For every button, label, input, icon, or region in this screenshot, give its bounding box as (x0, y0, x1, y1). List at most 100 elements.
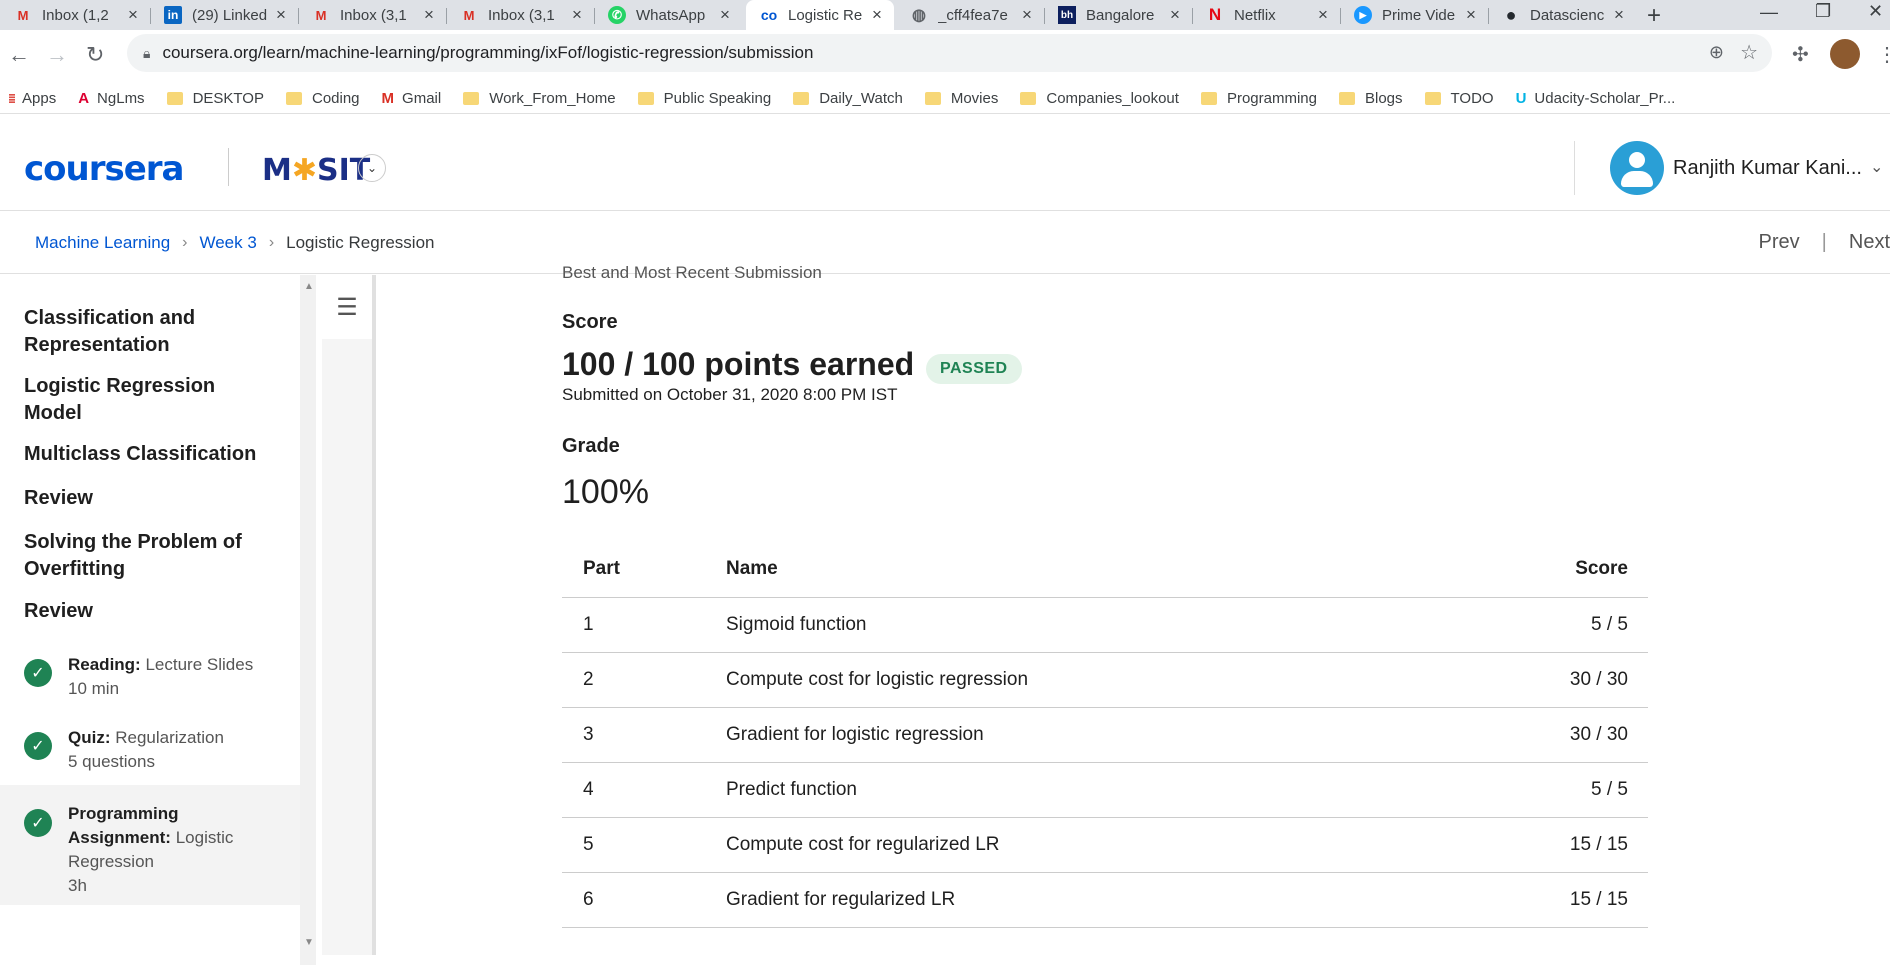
browser-tab[interactable]: ▶ Prime Vide × (1340, 0, 1488, 30)
sidebar-scrollbar[interactable]: ▲ ▼ (300, 275, 316, 965)
close-icon[interactable]: × (420, 5, 438, 25)
chevron-down-icon[interactable]: ⌄ (1870, 157, 1883, 177)
folder-icon (166, 92, 183, 105)
bookmark-blogs[interactable]: Blogs (1338, 90, 1403, 107)
bookmark-label: Coding (311, 90, 360, 107)
address-bar[interactable]: 🔒︎ coursera.org/learn/machine-learning/p… (127, 34, 1772, 72)
close-icon[interactable]: × (272, 5, 290, 25)
folder-icon (637, 92, 654, 105)
item-title: Regularization (115, 728, 224, 747)
scroll-up-icon[interactable]: ▲ (304, 281, 314, 292)
bookmark-udacity[interactable]: U Udacity-Scholar_Pr... (1516, 90, 1676, 107)
sidebar-section[interactable]: Review (24, 485, 264, 512)
bookmark-daily-watch[interactable]: Daily_Watch (793, 90, 903, 107)
bookmark-gmail[interactable]: M Gmail (382, 90, 442, 107)
reload-icon[interactable]: ↻ (86, 42, 104, 68)
sidebar-section[interactable]: Multiclass Classification (24, 441, 264, 468)
next-button[interactable]: Next (1849, 231, 1890, 254)
bookmark-star-icon[interactable]: ☆ (1740, 40, 1758, 65)
bookmark-label: Movies (950, 90, 999, 107)
bookmark-label: Work_From_Home (489, 90, 616, 107)
back-icon[interactable]: ← (8, 42, 30, 68)
folder-icon (924, 92, 941, 105)
bookmark-label: Blogs (1364, 90, 1403, 107)
menu-icon[interactable]: ⋮ (1877, 42, 1890, 67)
gmail-icon: M (463, 7, 475, 23)
forward-icon[interactable]: → (46, 42, 68, 68)
bookmark-nglms[interactable]: A NgLms (78, 90, 144, 107)
coursera-logo[interactable]: coursera (24, 149, 184, 189)
bookmark-todo[interactable]: TODO (1424, 90, 1494, 107)
submitted-date: Submitted on October 31, 2020 8:00 PM IS… (562, 385, 898, 404)
submission-panel: Best and Most Recent Submission Score 10… (562, 263, 1652, 965)
bookmark-coding[interactable]: Coding (285, 90, 360, 107)
sidebar-section[interactable]: Classification and Representation (24, 305, 264, 359)
close-icon[interactable]: × (1610, 5, 1628, 25)
gmail-icon: M (381, 90, 395, 107)
browser-tab[interactable]: M Inbox (3,1 × (446, 0, 594, 30)
tab-strip: M Inbox (1,2 × in (29) Linked × M Inbox … (0, 0, 1890, 30)
sidebar-item-reading[interactable]: ✓ Reading: Lecture Slides 10 min (0, 643, 300, 713)
browser-tab[interactable]: in (29) Linked × (150, 0, 298, 30)
browser-tab[interactable]: ◍ _cff4fea7e × (896, 0, 1044, 30)
bookmark-apps[interactable]: ⁞⁞⁞ Apps (8, 90, 56, 107)
bookmark-programming[interactable]: Programming (1200, 90, 1317, 107)
table-row: 2 Compute cost for logistic regression 3… (562, 652, 1648, 708)
coursera-icon: co (760, 7, 778, 23)
score-label: Score (562, 311, 618, 333)
sidebar-section[interactable]: Review (24, 598, 264, 625)
breadcrumb-course[interactable]: Machine Learning (35, 233, 170, 253)
bookmark-movies[interactable]: Movies (924, 90, 999, 107)
table-cell: 15 / 15 (1425, 872, 1648, 928)
close-icon[interactable]: × (124, 5, 142, 25)
bookmark-public-speaking[interactable]: Public Speaking (637, 90, 772, 107)
close-icon[interactable]: × (1462, 5, 1480, 25)
zoom-icon[interactable]: ⊕ (1709, 42, 1724, 63)
bookmark-label: Public Speaking (663, 90, 772, 107)
minimize-icon[interactable]: — (1760, 2, 1778, 23)
sidebar-item-text: Quiz: Regularization 5 questions (68, 726, 268, 774)
breadcrumb-week[interactable]: Week 3 (199, 233, 256, 253)
browser-tab[interactable]: ● Datascienc × (1488, 0, 1636, 30)
sidebar-item-quiz[interactable]: ✓ Quiz: Regularization 5 questions (0, 716, 300, 786)
bookmark-desktop[interactable]: DESKTOP (166, 90, 264, 107)
table-cell: Compute cost for logistic regression (725, 652, 1425, 708)
org-logo[interactable]: M✱SIT (262, 153, 370, 188)
browser-tab[interactable]: N Netflix × (1192, 0, 1340, 30)
sidebar-section[interactable]: Logistic Regression Model (24, 373, 264, 427)
bookmark-label: Apps (22, 90, 57, 107)
browser-tab[interactable]: M Inbox (3,1 × (298, 0, 446, 30)
new-tab-button[interactable]: + (1647, 2, 1661, 30)
table-cell: 2 (562, 652, 725, 708)
profile-avatar[interactable] (1830, 39, 1860, 69)
tab-title: Datascienc (1530, 6, 1605, 24)
sidebar-item-programming-assignment[interactable]: ✓ Programming Assignment: Logistic Regre… (0, 785, 300, 905)
user-avatar[interactable] (1610, 141, 1664, 195)
browser-tab[interactable]: bh Bangalore × (1044, 0, 1192, 30)
list-icon[interactable]: ☰ (322, 275, 372, 339)
sidebar-section[interactable]: Solving the Problem of Overfitting (24, 529, 264, 583)
column-header: Score (1425, 541, 1648, 598)
table-cell: Gradient for regularized LR (725, 872, 1425, 928)
table-cell: 5 / 5 (1425, 762, 1648, 818)
chevron-down-icon[interactable]: ⌄ (358, 154, 386, 182)
browser-tab[interactable]: M Inbox (1,2 × (0, 0, 150, 30)
browser-tab[interactable]: ✆ WhatsApp × (594, 0, 742, 30)
close-icon[interactable]: × (1166, 5, 1184, 25)
maximize-icon[interactable]: ❐ (1815, 1, 1831, 22)
bookmark-work-from-home[interactable]: Work_From_Home (463, 90, 616, 107)
user-name[interactable]: Ranjith Kumar Kani... (1673, 157, 1862, 180)
scroll-down-icon[interactable]: ▼ (304, 937, 314, 948)
table-cell: 15 / 15 (1425, 817, 1648, 873)
close-icon[interactable]: × (1018, 5, 1036, 25)
close-window-icon[interactable]: ✕ (1868, 1, 1883, 22)
close-icon[interactable]: × (716, 5, 734, 25)
extensions-icon[interactable]: ✣ (1792, 42, 1809, 67)
browser-tab-active[interactable]: co Logistic Re × (746, 0, 894, 30)
bookmark-companies-lookout[interactable]: Companies_lookout (1020, 90, 1179, 107)
close-icon[interactable]: × (868, 5, 886, 25)
close-icon[interactable]: × (1314, 5, 1332, 25)
close-icon[interactable]: × (568, 5, 586, 25)
prev-button[interactable]: Prev (1759, 231, 1800, 254)
content-rail: ☰ (322, 275, 376, 955)
